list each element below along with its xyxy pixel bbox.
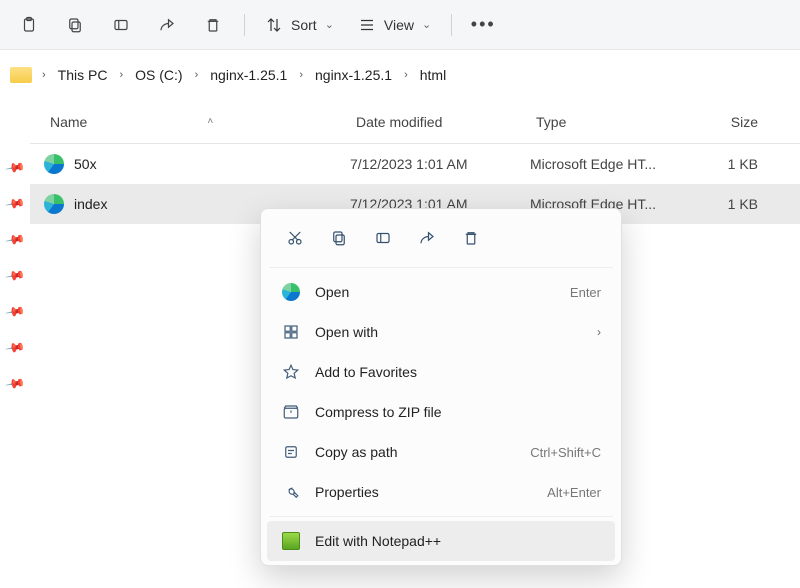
separator xyxy=(269,267,613,268)
chevron-right-icon: › xyxy=(115,69,127,81)
view-button[interactable]: View ⌄ xyxy=(348,7,441,43)
sort-label: Sort xyxy=(291,17,317,33)
header-name-label: Name xyxy=(50,114,87,130)
breadcrumb-segment[interactable]: nginx-1.25.1 xyxy=(206,65,291,85)
chevron-right-icon: › xyxy=(597,325,601,339)
separator xyxy=(451,14,452,36)
menu-label: Open with xyxy=(315,324,378,340)
view-icon xyxy=(358,16,376,34)
header-size[interactable]: Size xyxy=(680,114,770,130)
context-menu: Open Enter Open with › Add to Favorites … xyxy=(260,208,622,566)
file-size: 1 KB xyxy=(680,156,770,172)
pin-icon[interactable]: 📌 xyxy=(4,337,26,359)
sort-button[interactable]: Sort ⌄ xyxy=(255,7,344,43)
copy-icon[interactable] xyxy=(54,7,96,43)
cut-icon[interactable] xyxy=(8,7,50,43)
notepadpp-icon xyxy=(281,532,301,550)
pin-icon[interactable]: 📌 xyxy=(4,229,26,251)
wrench-icon xyxy=(281,483,301,501)
chevron-down-icon: ⌄ xyxy=(422,18,431,31)
menu-label: Add to Favorites xyxy=(315,364,417,380)
header-date[interactable]: Date modified xyxy=(350,114,530,130)
file-type: Microsoft Edge HT... xyxy=(530,156,680,172)
chevron-right-icon: › xyxy=(400,69,412,81)
toolbar: Sort ⌄ View ⌄ ••• xyxy=(0,0,800,50)
header-type[interactable]: Type xyxy=(530,114,680,130)
menu-copy-path[interactable]: Copy as path Ctrl+Shift+C xyxy=(267,432,615,472)
menu-label: Copy as path xyxy=(315,444,398,460)
sort-icon xyxy=(265,16,283,34)
menu-favorites[interactable]: Add to Favorites xyxy=(267,352,615,392)
pin-icon[interactable]: 📌 xyxy=(4,373,26,395)
rename-icon[interactable] xyxy=(363,221,403,255)
pin-icon[interactable]: 📌 xyxy=(4,157,26,179)
zip-icon xyxy=(281,403,301,421)
separator xyxy=(269,516,613,517)
shortcut-hint: Ctrl+Shift+C xyxy=(530,445,601,460)
menu-label: Compress to ZIP file xyxy=(315,404,442,420)
open-with-icon xyxy=(281,323,301,341)
menu-compress[interactable]: Compress to ZIP file xyxy=(267,392,615,432)
file-name: 50x xyxy=(74,156,97,172)
star-icon xyxy=(281,363,301,381)
menu-open[interactable]: Open Enter xyxy=(267,272,615,312)
view-label: View xyxy=(384,17,414,33)
context-toolbar xyxy=(267,217,615,263)
chevron-right-icon: › xyxy=(295,69,307,81)
pin-icon[interactable]: 📌 xyxy=(4,301,26,323)
shortcut-hint: Enter xyxy=(570,285,601,300)
copy-path-icon xyxy=(281,443,301,461)
file-name: index xyxy=(74,196,107,212)
breadcrumb[interactable]: › This PC › OS (C:) › nginx-1.25.1 › ngi… xyxy=(0,50,800,100)
chevron-right-icon: › xyxy=(191,69,203,81)
breadcrumb-segment[interactable]: nginx-1.25.1 xyxy=(311,65,396,85)
file-date: 7/12/2023 1:01 AM xyxy=(350,156,530,172)
table-row[interactable]: 50x 7/12/2023 1:01 AM Microsoft Edge HT.… xyxy=(30,144,800,184)
menu-label: Open xyxy=(315,284,349,300)
header-name[interactable]: Name ˄ xyxy=(30,114,350,130)
chevron-down-icon: ⌄ xyxy=(325,18,334,31)
delete-icon[interactable] xyxy=(192,7,234,43)
menu-label: Properties xyxy=(315,484,379,500)
breadcrumb-segment[interactable]: OS (C:) xyxy=(131,65,186,85)
menu-edit-notepadpp[interactable]: Edit with Notepad++ xyxy=(267,521,615,561)
more-button[interactable]: ••• xyxy=(462,7,504,43)
cut-icon[interactable] xyxy=(275,221,315,255)
pin-icon[interactable]: 📌 xyxy=(4,193,26,215)
nav-pane: 📌 📌 📌 📌 📌 📌 📌 xyxy=(0,100,30,588)
breadcrumb-segment[interactable]: html xyxy=(416,65,450,85)
breadcrumb-segment[interactable]: This PC xyxy=(54,65,112,85)
rename-icon[interactable] xyxy=(100,7,142,43)
shortcut-hint: Alt+Enter xyxy=(547,485,601,500)
share-icon[interactable] xyxy=(407,221,447,255)
file-size: 1 KB xyxy=(680,196,770,212)
chevron-right-icon: › xyxy=(38,69,50,81)
edge-icon xyxy=(44,154,64,174)
pin-icon[interactable]: 📌 xyxy=(4,265,26,287)
menu-properties[interactable]: Properties Alt+Enter xyxy=(267,472,615,512)
column-headers: Name ˄ Date modified Type Size xyxy=(30,100,800,144)
menu-open-with[interactable]: Open with › xyxy=(267,312,615,352)
edge-icon xyxy=(281,283,301,301)
folder-icon xyxy=(10,67,32,83)
menu-label: Edit with Notepad++ xyxy=(315,533,441,549)
copy-icon[interactable] xyxy=(319,221,359,255)
delete-icon[interactable] xyxy=(451,221,491,255)
sort-asc-icon: ˄ xyxy=(207,116,213,127)
separator xyxy=(244,14,245,36)
edge-icon xyxy=(44,194,64,214)
share-icon[interactable] xyxy=(146,7,188,43)
